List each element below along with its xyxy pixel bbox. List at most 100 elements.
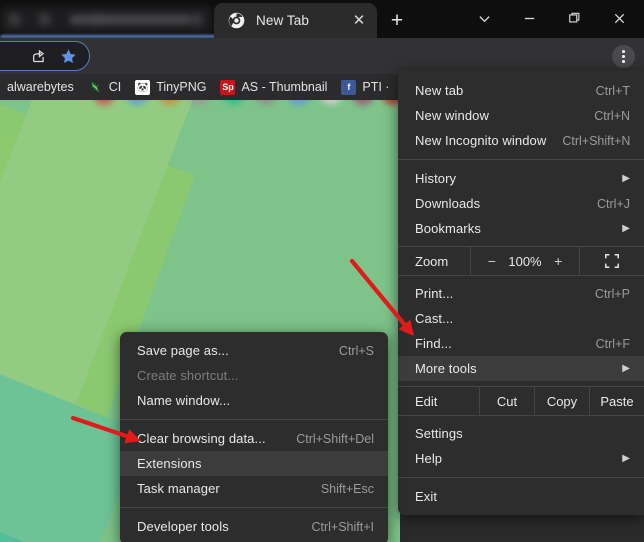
paste-button[interactable]: Paste [590, 387, 644, 415]
menu-item-exit[interactable]: Exit [398, 484, 644, 509]
copy-button[interactable]: Copy [535, 387, 590, 415]
edit-label: Edit [398, 387, 480, 415]
more-tools-submenu: Save page as... Ctrl+S Create shortcut... N… [120, 332, 388, 542]
browser-window: New Tab ✕ + alwarebytes 🦎 CI 🐼 TinyPNG S… [0, 0, 644, 542]
background-tab-favicon [190, 13, 203, 26]
bookmark-label: TinyPNG [156, 80, 207, 94]
tab-title: New Tab [256, 13, 309, 28]
menu-item-label: More tools [415, 361, 477, 376]
menu-item-label: Downloads [415, 196, 481, 211]
menu-item-label: Print... [415, 286, 454, 301]
menu-item-find[interactable]: Find... Ctrl+F [398, 331, 644, 356]
menu-item-shortcut: Ctrl+Shift+I [311, 519, 374, 534]
menu-item-shortcut: Ctrl+Shift+N [562, 133, 631, 148]
menu-item-create-shortcut: Create shortcut... [120, 363, 388, 388]
chrome-menu-button[interactable] [612, 45, 635, 68]
zoom-controls: −100% + [470, 247, 580, 275]
menu-item-new-window[interactable]: New window Ctrl+N [398, 103, 644, 128]
chevron-right-icon: ▶ [622, 453, 630, 464]
menu-item-new-tab[interactable]: New tab Ctrl+T [398, 78, 644, 103]
menu-item-label: Save page as... [137, 343, 229, 358]
menu-item-label: Cast... [415, 311, 454, 326]
tab-search-icon[interactable] [462, 0, 507, 36]
background-tabs-group[interactable] [0, 4, 215, 36]
menu-item-shortcut: Ctrl+T [595, 83, 630, 98]
menu-item-shortcut: Ctrl+N [594, 108, 630, 123]
menu-item-settings[interactable]: Settings [398, 421, 644, 446]
background-tab-title [70, 15, 190, 24]
bookmark-favicon-icon: Sp [220, 79, 236, 95]
cut-button[interactable]: Cut [480, 387, 535, 415]
menu-item-downloads[interactable]: Downloads Ctrl+J [398, 191, 644, 216]
maximize-icon[interactable] [552, 0, 597, 36]
bookmark-favicon-icon: f [341, 79, 357, 95]
menu-separator [398, 159, 644, 160]
menu-item-label: Clear browsing data... [137, 431, 266, 446]
bookmark-label: PTI · [362, 80, 390, 94]
bookmark-item[interactable]: 🐼 TinyPNG [128, 76, 213, 98]
menu-item-label: Settings [415, 426, 463, 441]
menu-edit-row: Edit Cut Copy Paste [398, 386, 644, 416]
menu-item-task-manager[interactable]: Task manager Shift+Esc [120, 476, 388, 501]
menu-separator [398, 477, 644, 478]
bookmark-favicon-icon: 🐼 [135, 79, 151, 95]
menu-item-developer-tools[interactable]: Developer tools Ctrl+Shift+I [120, 514, 388, 539]
bookmark-item[interactable]: 🦎 CI [81, 76, 129, 98]
bookmark-label: AS - Thumbnail [241, 80, 328, 94]
minimize-icon[interactable] [507, 0, 552, 36]
fullscreen-icon[interactable] [580, 247, 644, 275]
menu-item-shortcut: Ctrl+P [594, 286, 630, 301]
menu-item-clear-browsing-data[interactable]: Clear browsing data... Ctrl+Shift+Del [120, 426, 388, 451]
menu-item-print[interactable]: Print... Ctrl+P [398, 281, 644, 306]
menu-item-label: Extensions [137, 456, 202, 471]
bookmark-favicon-icon: 🦎 [89, 81, 101, 92]
menu-item-name-window[interactable]: Name window... [120, 388, 388, 413]
menu-separator [120, 419, 388, 420]
menu-item-shortcut: Ctrl+Shift+Del [296, 431, 374, 446]
menu-item-label: Bookmarks [415, 221, 481, 236]
zoom-in-button[interactable]: + [549, 253, 567, 269]
window-controls [462, 0, 644, 36]
menu-item-bookmarks[interactable]: Bookmarks ▶ [398, 216, 644, 241]
menu-item-shortcut: Shift+Esc [320, 481, 374, 496]
chrome-main-menu: New tab Ctrl+T New window Ctrl+N New Incogni… [398, 70, 644, 515]
menu-item-label: Name window... [137, 393, 231, 408]
zoom-out-button[interactable]: − [483, 253, 501, 269]
menu-item-label: Exit [415, 489, 438, 504]
close-window-icon[interactable] [597, 0, 642, 36]
menu-item-shortcut: Ctrl+F [595, 336, 630, 351]
menu-item-cast[interactable]: Cast... [398, 306, 644, 331]
chevron-right-icon: ▶ [622, 363, 630, 374]
share-icon[interactable] [30, 48, 47, 65]
bookmark-item[interactable]: alwarebytes [0, 76, 81, 98]
tab-strip: New Tab ✕ + [0, 0, 644, 38]
bookmark-star-icon[interactable] [60, 48, 77, 65]
menu-item-label: New window [415, 108, 489, 123]
menu-item-extensions[interactable]: Extensions [120, 451, 388, 476]
menu-item-label: Developer tools [137, 519, 229, 534]
menu-item-label: New tab [415, 83, 464, 98]
tab-new-tab[interactable]: New Tab ✕ [214, 3, 377, 38]
chevron-right-icon: ▶ [622, 223, 630, 234]
chevron-right-icon: ▶ [622, 173, 630, 184]
bookmark-label: alwarebytes [7, 80, 74, 94]
menu-item-label: New Incognito window [415, 133, 547, 148]
menu-separator [120, 507, 388, 508]
close-icon[interactable]: ✕ [347, 9, 371, 33]
menu-item-shortcut: Ctrl+S [338, 343, 374, 358]
menu-item-save-page-as[interactable]: Save page as... Ctrl+S [120, 338, 388, 363]
menu-item-more-tools[interactable]: More tools ▶ [398, 356, 644, 381]
bookmark-item[interactable]: Sp AS - Thumbnail [213, 76, 334, 98]
chrome-logo-icon [228, 12, 245, 29]
menu-item-history[interactable]: History ▶ [398, 166, 644, 191]
new-tab-button[interactable]: + [382, 5, 412, 35]
menu-item-label: Find... [415, 336, 452, 351]
bookmark-item[interactable]: f PTI · [334, 76, 396, 98]
menu-item-help[interactable]: Help ▶ [398, 446, 644, 471]
menu-item-label: Task manager [137, 481, 220, 496]
menu-item-shortcut: Ctrl+J [597, 196, 630, 211]
menu-item-new-incognito-window[interactable]: New Incognito window Ctrl+Shift+N [398, 128, 644, 153]
zoom-label: Zoom [415, 253, 449, 269]
browser-toolbar [0, 38, 644, 105]
menu-item-label: History [415, 171, 457, 186]
